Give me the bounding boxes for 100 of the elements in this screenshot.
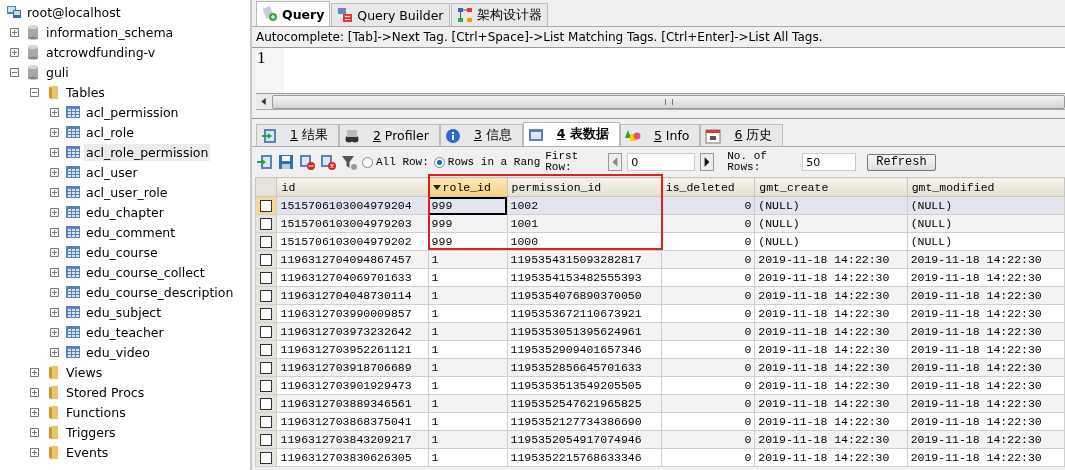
previous-button[interactable]	[608, 153, 623, 171]
tree-item[interactable]: edu_subject	[84, 303, 164, 321]
column-header[interactable]: permission_id	[507, 177, 662, 197]
tree-item[interactable]: acl_user_role	[84, 183, 170, 201]
tree-item[interactable]: guli	[44, 63, 71, 81]
tree-item[interactable]: edu_comment	[84, 223, 178, 241]
tree-item[interactable]: Tables	[64, 83, 107, 101]
tree-item[interactable]: edu_course_description	[84, 283, 236, 301]
first-row-field[interactable]: 0	[627, 153, 696, 171]
result-tab[interactable]: 1 结果	[256, 124, 339, 146]
column-header[interactable]: gmt_create	[754, 177, 908, 197]
table-icon	[65, 204, 81, 220]
tree-item[interactable]: Views	[64, 363, 105, 381]
expand-toggle[interactable]	[50, 167, 59, 177]
expand-toggle[interactable]	[30, 427, 39, 437]
tree-item[interactable]: edu_course_collect	[84, 263, 207, 281]
row-checkbox[interactable]	[260, 379, 272, 392]
column-header[interactable]: gmt_modified	[907, 177, 1065, 197]
expand-toggle[interactable]	[30, 367, 39, 377]
grid-icon	[337, 7, 354, 23]
editor-tab[interactable]: Query	[256, 1, 331, 26]
radio-label[interactable]: Rows in a Rang	[447, 156, 541, 168]
row-count-field[interactable]: 50	[802, 153, 857, 171]
row-checkbox[interactable]	[260, 397, 272, 410]
row-checkbox[interactable]	[260, 253, 272, 266]
tree-item[interactable]: information_schema	[44, 23, 176, 41]
table-icon	[65, 284, 81, 300]
expand-toggle[interactable]	[50, 347, 59, 357]
tree-item[interactable]: acl_user	[84, 163, 140, 181]
tree-item[interactable]: acl_permission	[84, 103, 181, 121]
tree-item[interactable]: edu_course	[84, 243, 160, 261]
cancel-row-icon[interactable]	[320, 154, 336, 170]
expand-toggle[interactable]	[50, 207, 59, 217]
horizontal-scrollbar[interactable]	[256, 94, 1065, 110]
radio-button[interactable]	[433, 156, 445, 168]
expand-toggle[interactable]	[50, 247, 59, 257]
save-icon[interactable]	[278, 154, 294, 170]
tree-item[interactable]: acl_role_permission	[84, 143, 211, 161]
row-checkbox[interactable]	[260, 361, 272, 374]
row-checkbox[interactable]	[260, 343, 272, 356]
result-tab[interactable]: 4 表数据	[522, 122, 620, 146]
row-checkbox[interactable]	[260, 307, 272, 320]
column-header[interactable]: id	[277, 177, 429, 197]
collapse-toggle[interactable]	[10, 67, 19, 77]
next-button[interactable]	[700, 153, 715, 171]
expand-toggle[interactable]	[30, 407, 39, 417]
filter-icon[interactable]	[341, 154, 357, 170]
diagram-icon	[456, 7, 473, 23]
tree-item[interactable]: Functions	[64, 403, 128, 421]
expand-toggle[interactable]	[50, 147, 59, 157]
tree-item[interactable]: root@localhost	[25, 3, 123, 21]
sort-arrow-icon	[432, 184, 441, 190]
table-icon	[65, 264, 81, 280]
tree-item[interactable]: atcrowdfunding-v	[44, 43, 158, 61]
expand-toggle[interactable]	[50, 307, 59, 317]
expand-toggle[interactable]	[50, 127, 59, 137]
column-header[interactable]: role_id	[428, 177, 507, 197]
radio-label[interactable]: All Row:	[376, 156, 429, 168]
editor-tab[interactable]: 架构设计器	[450, 3, 548, 26]
insert-row-icon[interactable]	[257, 154, 273, 170]
expand-toggle[interactable]	[10, 47, 19, 57]
editor-tab[interactable]: Query Builder	[331, 3, 450, 26]
result-tab[interactable]: 6 历史	[700, 124, 784, 146]
result-tab[interactable]: 3 信息	[439, 124, 523, 146]
expand-toggle[interactable]	[30, 387, 39, 397]
row-checkbox[interactable]	[260, 199, 272, 212]
tree-item[interactable]: edu_video	[84, 343, 152, 361]
tree-item[interactable]: Events	[64, 443, 111, 461]
query-editor[interactable]: 1	[256, 48, 1065, 94]
expand-toggle[interactable]	[50, 287, 59, 297]
server-icon	[6, 4, 22, 20]
collapse-toggle[interactable]	[30, 87, 39, 97]
expand-toggle[interactable]	[50, 267, 59, 277]
refresh-button[interactable]: Refresh	[867, 153, 936, 171]
row-checkbox[interactable]	[260, 217, 272, 230]
row-checkbox[interactable]	[260, 271, 272, 284]
tree-item[interactable]: edu_chapter	[84, 203, 166, 221]
row-checkbox[interactable]	[260, 325, 272, 338]
row-checkbox[interactable]	[260, 415, 272, 428]
expand-toggle[interactable]	[10, 27, 19, 37]
radio-button[interactable]	[362, 156, 373, 168]
result-tab[interactable]: 2 Profiler	[338, 124, 440, 146]
row-checkbox[interactable]	[260, 235, 272, 248]
expand-toggle[interactable]	[50, 227, 59, 237]
expand-toggle[interactable]	[30, 447, 39, 457]
table-icon	[65, 124, 81, 140]
row-checkbox[interactable]	[260, 289, 272, 302]
result-tab[interactable]: 5 Info	[619, 124, 701, 146]
tree-item[interactable]: Stored Procs	[64, 383, 147, 401]
row-checkbox[interactable]	[260, 433, 272, 446]
expand-toggle[interactable]	[50, 187, 59, 197]
expand-toggle[interactable]	[50, 327, 59, 337]
tree-item[interactable]: edu_teacher	[84, 323, 166, 341]
expand-toggle[interactable]	[50, 107, 59, 117]
tree-item[interactable]: acl_role	[84, 123, 136, 141]
column-header[interactable]: is_deleted	[661, 177, 755, 197]
table-icon	[65, 104, 81, 120]
row-checkbox[interactable]	[260, 451, 272, 464]
delete-row-icon[interactable]	[299, 154, 315, 170]
tree-item[interactable]: Triggers	[64, 423, 118, 441]
